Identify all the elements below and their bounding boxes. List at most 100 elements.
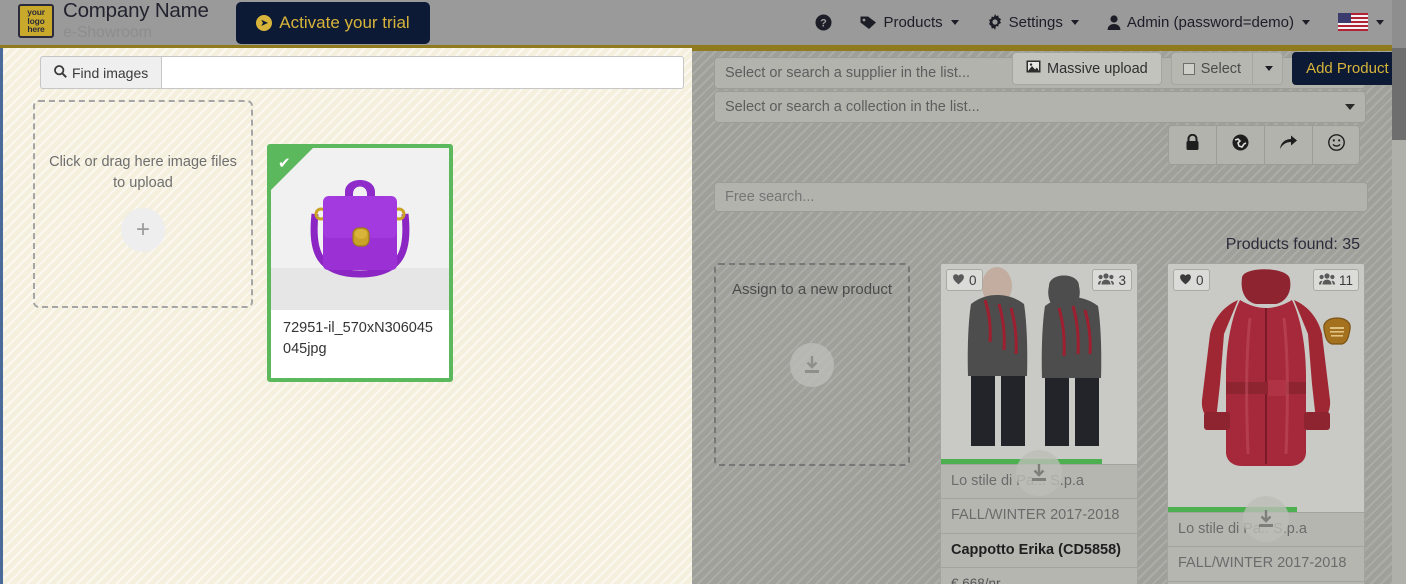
- find-images-button[interactable]: Find images: [40, 56, 162, 89]
- people-icon: [1098, 272, 1115, 288]
- play-arrow-icon: ➤: [256, 15, 273, 31]
- chevron-down-icon: [1376, 19, 1384, 25]
- views-count: 11: [1338, 272, 1353, 288]
- search-icon: [54, 64, 67, 81]
- nav-item-products[interactable]: Products: [846, 0, 972, 44]
- lock-icon-button[interactable]: [1168, 125, 1216, 165]
- header-underline: [0, 45, 1406, 48]
- tag-icon: [860, 15, 877, 30]
- panel-top-accent: [692, 48, 1392, 51]
- likes-count: 0: [1196, 272, 1204, 288]
- uploaded-image-thumbnail: ✔: [271, 148, 449, 310]
- likes-badge: 0: [1173, 269, 1210, 291]
- massive-upload-button[interactable]: Massive upload: [1012, 52, 1162, 85]
- find-images-input[interactable]: [161, 56, 684, 89]
- select-dropdown-toggle[interactable]: [1253, 52, 1284, 85]
- find-images-bar: Find images: [40, 56, 684, 89]
- page-scrollbar-thumb[interactable]: [1392, 48, 1406, 140]
- product-season: FALL/WINTER 2017-2018: [1168, 546, 1364, 580]
- nav-item-help[interactable]: ?: [801, 0, 846, 44]
- product-selection-panel: Select or search a supplier in the list.…: [692, 48, 1392, 584]
- dropzone-label: Click or drag here image files to upload: [49, 154, 237, 192]
- select-button[interactable]: Select: [1170, 52, 1254, 85]
- svg-text:?: ?: [821, 17, 828, 29]
- free-search-input[interactable]: [714, 182, 1368, 212]
- top-navigation: ? Products Settings Admin (password=demo…: [801, 0, 1398, 44]
- add-product-label: Add Product: [1306, 60, 1389, 77]
- products-found-count: Products found: 35: [1225, 236, 1360, 253]
- leather-jacket-image: [1168, 264, 1364, 512]
- assign-to-new-product-dropzone[interactable]: Assign to a new product: [714, 263, 910, 466]
- product-name: Cappotto Erika (CD5858): [941, 532, 1137, 567]
- image-icon: [1026, 60, 1041, 77]
- nav-item-language[interactable]: [1324, 0, 1398, 44]
- chevron-down-icon: [950, 19, 959, 25]
- supplier-select-label: Select or search a supplier in the list.…: [725, 65, 971, 81]
- product-season: FALL/WINTER 2017-2018: [941, 498, 1137, 532]
- select-label: Select: [1200, 60, 1242, 77]
- scrollbar-top-cap: [1392, 0, 1406, 48]
- collection-select[interactable]: Select or search a collection in the lis…: [714, 91, 1366, 123]
- massive-upload-label: Massive upload: [1047, 60, 1148, 77]
- image-upload-panel: Find images Click or drag here image fil…: [0, 48, 692, 584]
- image-dropzone[interactable]: Click or drag here image files to upload…: [33, 100, 253, 308]
- check-icon: ✔: [278, 155, 291, 172]
- company-name: Company Name: [63, 0, 209, 22]
- company-logo: your logo here: [18, 4, 54, 38]
- activate-trial-button[interactable]: ➤ Activate your trial: [236, 2, 430, 44]
- uploaded-image-filename: 72951-il_570xN306045045jpg: [283, 320, 433, 358]
- nav-products-label: Products: [883, 13, 943, 31]
- top-button-group: Massive upload Select Add Product: [1012, 52, 1392, 85]
- add-product-button[interactable]: Add Product: [1292, 52, 1392, 85]
- globe-icon: [1232, 134, 1249, 156]
- checkbox-icon[interactable]: [1182, 62, 1195, 75]
- assign-to-new-product-label: Assign to a new product: [731, 281, 893, 298]
- product-thumbnail: 0 11: [1168, 264, 1364, 512]
- visibility-action-bar: [1168, 125, 1360, 165]
- people-icon: [1318, 272, 1335, 288]
- nav-settings-label: Settings: [1008, 13, 1063, 31]
- brand-subtitle: e-Showroom: [63, 23, 152, 41]
- product-price: € 668/nr: [941, 567, 1137, 584]
- logo-line-3: here: [27, 24, 45, 35]
- views-badge: 3: [1092, 269, 1132, 291]
- heart-icon: [952, 273, 965, 288]
- download-drop-icon: [790, 342, 834, 387]
- add-plus-icon[interactable]: +: [121, 208, 165, 253]
- brand-block: your logo here Company Name e-Showroom: [18, 0, 209, 44]
- app-header: your logo here Company Name e-Showroom ➤…: [0, 0, 1406, 45]
- nav-admin-label: Admin (password=demo): [1126, 13, 1294, 31]
- download-overlay-icon[interactable]: [1243, 496, 1289, 542]
- likes-count: 0: [969, 272, 977, 288]
- globe-icon-button[interactable]: [1216, 125, 1264, 165]
- product-thumbnail: 0 3: [941, 264, 1137, 464]
- product-card[interactable]: 0 3 Lo stile di Pa... S.p.a FALL/WINTER …: [940, 263, 1138, 584]
- chevron-down-icon: [1070, 19, 1079, 25]
- us-flag-icon: [1338, 13, 1368, 31]
- download-overlay-icon[interactable]: [1016, 450, 1062, 496]
- find-images-label: Find images: [72, 64, 149, 81]
- select-split-button: Select: [1170, 52, 1284, 85]
- share-icon-button[interactable]: [1264, 125, 1312, 165]
- nav-item-settings[interactable]: Settings: [973, 0, 1093, 44]
- product-card[interactable]: 0 11 Lo stile di Pa.. S.p.a FALL/WINTER …: [1167, 263, 1365, 584]
- chevron-down-icon: [1345, 104, 1355, 110]
- views-count: 3: [1118, 272, 1126, 288]
- uploaded-image-card[interactable]: ✔ 72951-il_570xN306045045jpg: [267, 144, 453, 382]
- user-icon: [1107, 14, 1121, 30]
- activate-trial-label: Activate your trial: [279, 13, 410, 32]
- chevron-down-icon: [1302, 19, 1310, 25]
- brand-text: Company Name e-Showroom: [63, 0, 209, 41]
- genuine-leather-badge-icon: [1320, 314, 1354, 348]
- lock-icon: [1185, 133, 1200, 156]
- nav-item-admin[interactable]: Admin (password=demo): [1093, 0, 1324, 44]
- heart-icon: [1179, 273, 1192, 288]
- collection-select-label: Select or search a collection in the lis…: [725, 99, 980, 115]
- smiley-icon-button[interactable]: [1312, 125, 1360, 165]
- share-icon: [1279, 134, 1298, 156]
- smiley-icon: [1327, 134, 1345, 156]
- likes-badge: 0: [946, 269, 983, 291]
- help-circle-icon: ?: [815, 14, 832, 31]
- chevron-down-icon: [1264, 66, 1273, 71]
- gear-icon: [987, 14, 1003, 30]
